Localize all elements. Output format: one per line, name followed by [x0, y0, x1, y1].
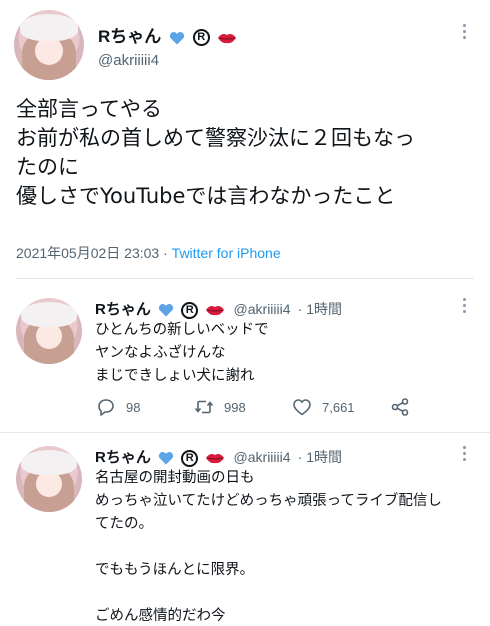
tweet-line: お前が私の首しめて警察沙汰に２回もなっ [16, 126, 415, 150]
avatar-hat [21, 449, 77, 476]
display-name-text: Rちゃん [98, 27, 162, 46]
more-options-icon[interactable] [462, 24, 468, 42]
more-options-icon[interactable] [462, 298, 468, 316]
reply-icon [98, 399, 114, 416]
avatar[interactable] [14, 10, 84, 80]
avatar-hat [21, 301, 77, 328]
tweet-line: たのに [16, 155, 79, 179]
tweet-line: ひとんちの新しいベッドで [95, 322, 269, 338]
tweet-line: 名古屋の開封動画の日も [95, 470, 255, 486]
tweet-line: ごめん感情的だわ今 [95, 608, 226, 624]
display-name[interactable]: Rちゃん R @akriiiii4 · 1時間 [95, 446, 342, 467]
registered-icon: R [192, 29, 210, 47]
lips-icon [218, 33, 237, 43]
divider [0, 432, 490, 433]
tweet-line [95, 536, 442, 559]
tweet-line: 優しさでYouTubeでは言わなかったこと [16, 184, 396, 208]
reply-count: 98 [126, 399, 141, 415]
lips-icon [206, 306, 225, 316]
like-button[interactable]: 7,661 [291, 396, 355, 418]
meta-separator: · [159, 245, 172, 261]
relative-time[interactable]: · 1時間 [298, 449, 342, 465]
registered-icon: R [181, 301, 199, 319]
reply-button[interactable]: 98 [95, 396, 140, 418]
display-name[interactable]: Rちゃん R [98, 22, 237, 47]
blue-heart-icon [158, 452, 174, 465]
lips-icon [206, 454, 225, 464]
blue-heart-icon [169, 31, 185, 45]
tweet-line [95, 582, 442, 605]
tweet-text: 全部言ってやる お前が私の首しめて警察沙汰に２回もなっ たのに 優しさでYouT… [16, 95, 481, 211]
tweet-meta: 2021年05月02日 23:03 · Twitter for iPhone [16, 243, 281, 263]
handle[interactable]: @akriiiii4 [98, 52, 159, 69]
tweet-line: ヤンなよふざけんな [95, 345, 226, 361]
tweet-actions: 98 998 7,661 [95, 396, 475, 418]
like-count: 7,661 [322, 399, 355, 415]
timestamp[interactable]: 2021年05月02日 23:03 [16, 245, 159, 261]
retweet-button[interactable]: 998 [193, 396, 246, 418]
heart-icon [293, 399, 311, 416]
more-options-icon[interactable] [462, 446, 468, 464]
tweet-line: まじできしょい犬に謝れ [95, 368, 255, 384]
tweet-line: 全部言ってやる [16, 97, 162, 121]
share-button[interactable] [389, 396, 411, 418]
tweet-line: めっちゃ泣いてたけどめっちゃ頑張ってライブ配信し [95, 493, 442, 509]
tweet-line: てたの。 [95, 516, 153, 532]
tweet-text: 名古屋の開封動画の日も めっちゃ泣いてたけどめっちゃ頑張ってライブ配信し てたの… [95, 467, 442, 626]
retweet-count: 998 [224, 399, 246, 415]
tweet-text: ひとんちの新しいベッドで ヤンなよふざけんな まじできしょい犬に謝れ [95, 319, 269, 388]
main-tweet: Rちゃん R @akriiiii4 全部言ってやる お前が私の首しめて警察沙汰に… [0, 0, 490, 278]
avatar[interactable] [16, 446, 82, 512]
divider [16, 278, 474, 279]
display-name[interactable]: Rちゃん R @akriiiii4 · 1時間 [95, 298, 342, 319]
avatar-face [35, 36, 63, 65]
display-name-text: Rちゃん [95, 301, 151, 318]
retweet-icon [194, 400, 214, 414]
display-name-text: Rちゃん [95, 449, 151, 466]
handle[interactable]: @akriiiii4 [234, 301, 291, 317]
avatar[interactable] [16, 298, 82, 364]
relative-time[interactable]: · 1時間 [298, 301, 342, 317]
handle[interactable]: @akriiiii4 [234, 449, 291, 465]
avatar-hat [19, 14, 79, 41]
source-link[interactable]: Twitter for iPhone [172, 245, 281, 261]
blue-heart-icon [158, 304, 174, 317]
registered-icon: R [181, 449, 199, 467]
share-icon [391, 398, 409, 416]
tweet-line: でももうほんとに限界。 [95, 562, 255, 578]
